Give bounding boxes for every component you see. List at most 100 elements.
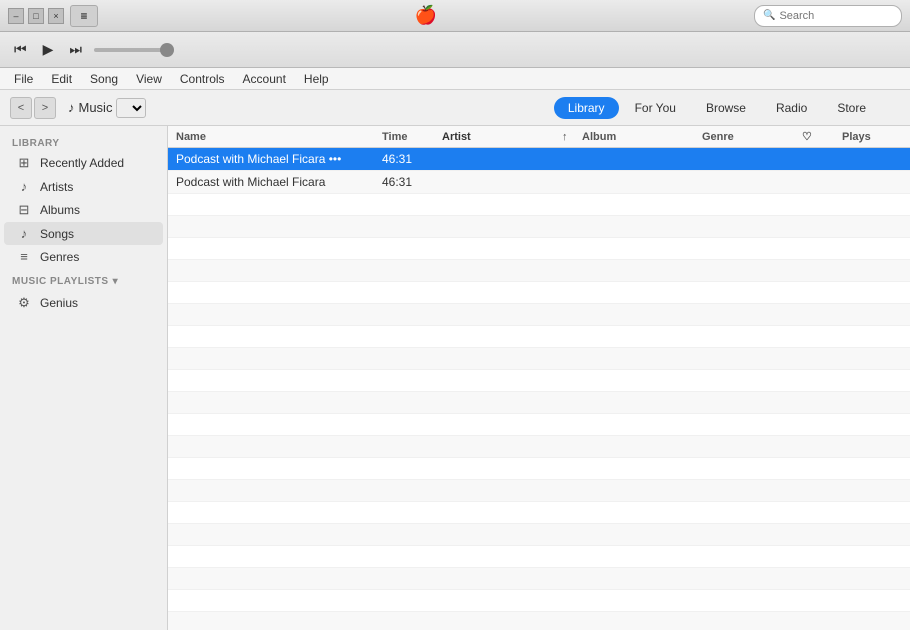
title-bar-right: 🔍 (754, 5, 902, 27)
cell-name: Podcast with Michael Ficara ••• (176, 152, 382, 166)
sidebar-item-label-recently-added: Recently Added (40, 156, 124, 170)
play-button[interactable]: ▶ (39, 39, 58, 60)
table-row[interactable] (168, 436, 910, 458)
tab-browse[interactable]: Browse (692, 97, 760, 119)
col-name[interactable]: Name (176, 131, 382, 143)
sidebar-item-label-genres: Genres (40, 250, 79, 264)
menu-account[interactable]: Account (235, 70, 294, 88)
col-artist[interactable]: Artist (442, 131, 562, 143)
albums-icon: ⊟ (16, 202, 32, 218)
content-area: Name Time Artist ↑ Album Genre ♡ Plays P… (168, 126, 910, 630)
genres-icon: ≡ (16, 249, 32, 264)
sidebar-item-genius[interactable]: ⚙ Genius (4, 291, 163, 315)
list-icon: ≡ (80, 9, 87, 23)
back-button[interactable]: < (10, 97, 32, 119)
sidebar-item-artists[interactable]: ♪ Artists (4, 175, 163, 198)
menu-file[interactable]: File (6, 70, 41, 88)
nav-bar: < > ♪ Music Library For You Browse Radio… (0, 90, 910, 126)
rewind-button[interactable]: ⏮ (10, 39, 31, 60)
sidebar-item-label-genius: Genius (40, 296, 78, 310)
col-time[interactable]: Time (382, 131, 442, 143)
minimize-button[interactable]: – (8, 8, 24, 24)
col-heart: ♡ (802, 130, 842, 143)
menu-song[interactable]: Song (82, 70, 126, 88)
sidebar-item-songs[interactable]: ♪ Songs (4, 222, 163, 245)
songs-icon: ♪ (16, 226, 32, 241)
table-row[interactable] (168, 282, 910, 304)
artists-icon: ♪ (16, 179, 32, 194)
col-genre[interactable]: Genre (702, 131, 802, 143)
table-row[interactable] (168, 238, 910, 260)
menu-bar: File Edit Song View Controls Account Hel… (0, 68, 910, 90)
table-body: Podcast with Michael Ficara ••• 46:31 Po… (168, 148, 910, 630)
table-row[interactable] (168, 524, 910, 546)
sidebar-item-label-songs: Songs (40, 227, 74, 241)
search-icon: 🔍 (763, 10, 775, 21)
volume-thumb[interactable] (160, 43, 174, 57)
tab-library[interactable]: Library (554, 97, 619, 119)
table-row[interactable] (168, 260, 910, 282)
cell-name: Podcast with Michael Ficara (176, 175, 382, 189)
maximize-button[interactable]: □ (28, 8, 44, 24)
menu-controls[interactable]: Controls (172, 70, 233, 88)
sidebar-item-label-artists: Artists (40, 180, 73, 194)
table-row[interactable] (168, 480, 910, 502)
window-controls: – □ × (8, 8, 64, 24)
music-playlists-header[interactable]: Music Playlists ▾ (0, 272, 167, 291)
tab-store[interactable]: Store (823, 97, 880, 119)
col-plays[interactable]: Plays (842, 131, 902, 143)
search-input[interactable] (779, 10, 893, 22)
table-row[interactable] (168, 546, 910, 568)
table-row[interactable]: Podcast with Michael Ficara 46:31 (168, 171, 910, 194)
sidebar-item-label-albums: Albums (40, 203, 80, 217)
table-row[interactable] (168, 304, 910, 326)
table-row[interactable] (168, 194, 910, 216)
menu-view[interactable]: View (128, 70, 170, 88)
chevron-down-icon: ▾ (113, 276, 119, 287)
cell-time: 46:31 (382, 152, 442, 166)
library-section-label: Library (0, 134, 167, 151)
main-layout: Library ⊞ Recently Added ♪ Artists ⊟ Alb… (0, 126, 910, 630)
tab-for-you[interactable]: For You (621, 97, 690, 119)
sidebar-item-albums[interactable]: ⊟ Albums (4, 198, 163, 222)
col-sort-arrow: ↑ (562, 131, 582, 143)
genius-icon: ⚙ (16, 295, 32, 311)
cell-time: 46:31 (382, 175, 442, 189)
table-row[interactable] (168, 414, 910, 436)
sidebar: Library ⊞ Recently Added ♪ Artists ⊟ Alb… (0, 126, 168, 630)
close-button[interactable]: × (48, 8, 64, 24)
sidebar-item-genres[interactable]: ≡ Genres (4, 245, 163, 268)
table-row[interactable] (168, 326, 910, 348)
table-row[interactable] (168, 216, 910, 238)
menu-edit[interactable]: Edit (43, 70, 80, 88)
music-note-icon: ♪ (68, 100, 75, 115)
fast-forward-button[interactable]: ⏭ (65, 39, 86, 60)
music-selector[interactable] (116, 98, 146, 118)
nav-tabs: Library For You Browse Radio Store (554, 97, 880, 119)
table-row[interactable] (168, 590, 910, 612)
table-row[interactable] (168, 568, 910, 590)
apple-logo: 🍎 (415, 5, 437, 26)
table-header: Name Time Artist ↑ Album Genre ♡ Plays (168, 126, 910, 148)
sidebar-item-recently-added[interactable]: ⊞ Recently Added (4, 151, 163, 175)
music-playlists-label: Music Playlists (12, 276, 109, 287)
table-row[interactable] (168, 458, 910, 480)
table-row[interactable] (168, 612, 910, 630)
nav-arrows: < > (10, 97, 56, 119)
recently-added-icon: ⊞ (16, 155, 32, 171)
table-row[interactable] (168, 392, 910, 414)
menu-help[interactable]: Help (296, 70, 337, 88)
table-row[interactable]: Podcast with Michael Ficara ••• 46:31 (168, 148, 910, 171)
table-row[interactable] (168, 502, 910, 524)
table-row[interactable] (168, 348, 910, 370)
title-bar-left: – □ × ≡ (8, 5, 98, 27)
title-bar: – □ × ≡ 🍎 🔍 (0, 0, 910, 32)
search-box[interactable]: 🔍 (754, 5, 902, 27)
col-album[interactable]: Album (582, 131, 702, 143)
tab-radio[interactable]: Radio (762, 97, 821, 119)
forward-button[interactable]: > (34, 97, 56, 119)
table-row[interactable] (168, 370, 910, 392)
music-text: Music (79, 100, 113, 115)
volume-slider[interactable] (94, 48, 174, 52)
list-view-button[interactable]: ≡ (70, 5, 98, 27)
